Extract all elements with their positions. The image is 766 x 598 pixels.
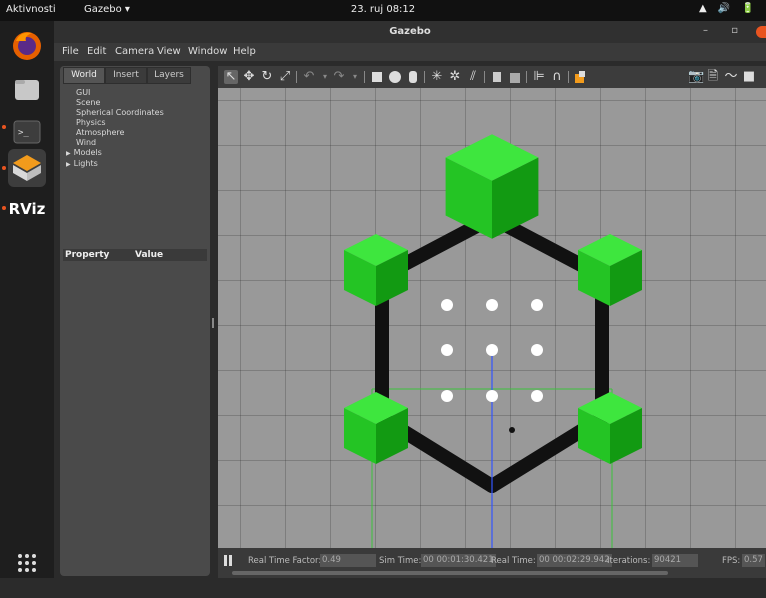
panel-splitter-handle[interactable] <box>212 318 214 328</box>
tree-item-physics[interactable]: Physics <box>76 118 164 128</box>
tree-item-lights[interactable]: ▶ Lights <box>66 159 164 170</box>
snap-icon[interactable]: ∩ <box>550 70 564 84</box>
real-time-value: 00 00:02:29.942 <box>537 554 612 567</box>
log-data-icon[interactable]: 🗎 <box>706 70 720 84</box>
real-time-factor-value: 0.49 <box>320 554 376 567</box>
tree-item-wind[interactable]: Wind <box>76 138 164 148</box>
horizontal-scrollbar[interactable] <box>232 571 668 575</box>
tab-world[interactable]: World <box>63 67 105 84</box>
green-cube-top[interactable] <box>445 134 539 239</box>
real-time-factor-label: Real Time Factor: <box>248 556 322 566</box>
files-icon[interactable] <box>8 71 46 109</box>
svg-text:>_: >_ <box>18 128 29 138</box>
system-top-bar: Aktivnosti Gazebo ▾ 23. ruj 08:12 ▲ 🔊 🔋 <box>0 0 766 21</box>
property-header: Property Value <box>63 249 207 261</box>
window-titlebar: Gazebo – ▫ <box>54 21 766 43</box>
directional-light-icon[interactable]: ⫽ <box>466 70 480 84</box>
tree-item-scene[interactable]: Scene <box>76 98 164 108</box>
tree-item-models[interactable]: ▶ Models <box>66 148 164 159</box>
menu-camera[interactable]: Camera <box>115 46 154 57</box>
tree-item-spherical-coordinates[interactable]: Spherical Coordinates <box>76 108 164 118</box>
expand-arrow-icon[interactable]: ▶ <box>66 161 71 168</box>
translate-mode-icon[interactable]: ✥ <box>242 70 256 84</box>
show-apps-grid-icon[interactable] <box>8 544 46 582</box>
panel-tabs: World Insert Layers <box>60 66 210 84</box>
redo-dropdown-icon[interactable]: ▾ <box>348 70 362 84</box>
close-icon[interactable] <box>756 26 766 38</box>
expand-arrow-icon[interactable]: ▶ <box>66 150 71 157</box>
fps-value: 0.57 <box>742 554 765 567</box>
tree-item-gui[interactable]: GUI <box>76 88 164 98</box>
activities-button[interactable]: Aktivnosti <box>6 4 56 15</box>
origin-marker <box>509 427 515 433</box>
fps-label: FPS: <box>722 556 741 566</box>
rviz-icon[interactable]: RViz <box>8 193 46 231</box>
redo-icon[interactable]: ↷ <box>332 70 346 84</box>
app-menu-button[interactable]: Gazebo ▾ <box>84 4 130 15</box>
iterations-value: 90421 <box>652 554 698 567</box>
green-cube-right-upper[interactable] <box>578 234 642 306</box>
window-controls[interactable]: – ▫ <box>703 25 748 36</box>
scene-toolbar: ↖ ✥ ↻ ⤢ ↶ ▾ ↷ ▾ ✳ ✲ ⫽ ⊫ ∩ 📷 🗎 〜 ■ <box>218 66 766 88</box>
green-cube-left-lower[interactable] <box>344 392 408 464</box>
property-column-header[interactable]: Property <box>65 250 109 260</box>
select-mode-icon[interactable]: ↖ <box>224 70 238 84</box>
scene-render <box>344 134 642 548</box>
real-time-label: Real Time: <box>491 556 536 566</box>
menu-view[interactable]: View <box>157 46 181 57</box>
gazebo-icon[interactable] <box>8 149 46 187</box>
undo-icon[interactable]: ↶ <box>302 70 316 84</box>
tree-item-atmosphere[interactable]: Atmosphere <box>76 128 164 138</box>
menu-help[interactable]: Help <box>233 46 256 57</box>
copy-icon[interactable] <box>490 70 504 84</box>
paste-icon[interactable] <box>508 70 522 84</box>
terminal-icon[interactable]: >_ <box>8 113 46 151</box>
tree-item-label: Lights <box>73 159 98 168</box>
green-cube-left-upper[interactable] <box>344 234 408 306</box>
point-light-icon[interactable]: ✳ <box>430 70 444 84</box>
dock: >_ RViz <box>0 21 54 578</box>
tab-insert[interactable]: Insert <box>105 67 147 84</box>
menu-file[interactable]: File <box>62 46 79 57</box>
system-tray[interactable]: ▲ 🔊 🔋 <box>699 3 758 14</box>
scene-viewport[interactable] <box>218 88 766 548</box>
world-tree: GUI Scene Spherical Coordinates Physics … <box>66 88 164 170</box>
sim-time-value: 00 00:01:30.421 <box>421 554 496 567</box>
pause-icon[interactable] <box>224 555 232 566</box>
window-title: Gazebo <box>389 26 431 37</box>
change-view-icon[interactable] <box>574 70 588 84</box>
rviz-label: RViz <box>8 200 46 218</box>
scale-mode-icon[interactable]: ⤢ <box>278 70 292 84</box>
video-record-icon[interactable]: ■ <box>742 70 756 84</box>
status-bar: Real Time Factor: 0.49 Sim Time: 00 00:0… <box>218 548 766 578</box>
box-shape-icon[interactable] <box>370 70 384 84</box>
cylinder-shape-icon[interactable] <box>406 70 420 84</box>
menu-window[interactable]: Window <box>188 46 227 57</box>
green-cube-right-lower[interactable] <box>578 392 642 464</box>
spot-light-icon[interactable]: ✲ <box>448 70 462 84</box>
menu-bar: File Edit Camera View Window Help <box>54 43 766 61</box>
plot-icon[interactable]: 〜 <box>724 70 738 84</box>
tab-layers[interactable]: Layers <box>147 67 191 84</box>
align-icon[interactable]: ⊫ <box>532 70 546 84</box>
rotate-mode-icon[interactable]: ↻ <box>260 70 274 84</box>
left-panel: World Insert Layers GUI Scene Spherical … <box>60 66 210 576</box>
iterations-label: Iterations: <box>607 556 651 566</box>
menu-edit[interactable]: Edit <box>87 46 106 57</box>
sim-time-label: Sim Time: <box>379 556 422 566</box>
value-column-header[interactable]: Value <box>135 250 163 260</box>
tree-item-label: Models <box>73 148 102 157</box>
firefox-icon[interactable] <box>8 27 46 65</box>
sphere-shape-icon[interactable] <box>388 70 402 84</box>
undo-dropdown-icon[interactable]: ▾ <box>318 70 332 84</box>
screenshot-icon[interactable]: 📷 <box>688 70 704 84</box>
